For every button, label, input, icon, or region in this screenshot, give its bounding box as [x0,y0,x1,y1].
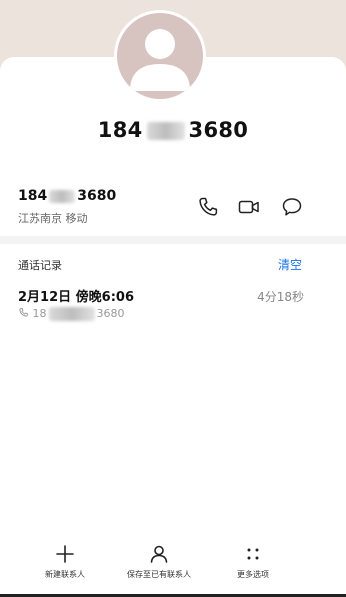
save-to-existing-contact-button[interactable]: 保存至已有联系人 [114,543,204,580]
contact-name-prefix: 184 [97,118,143,142]
more-options-label: 更多选项 [237,570,269,579]
person-icon [150,545,168,563]
call-number-prefix: 18 [32,307,47,320]
contact-detail-screen: 184 3680 184 3680 江苏南京 移动 通话记录 清空 2月12日 … [0,0,346,597]
message-icon[interactable] [280,195,304,219]
bottom-action-bar: 新建联系人 保存至已有联系人 更多选项 [0,535,346,597]
section-divider [0,236,346,244]
phone-icon[interactable] [196,195,220,219]
call-log-title: 通话记录 [18,259,62,272]
phone-number-row[interactable]: 184 3680 江苏南京 移动 [0,177,346,235]
phone-number-suffix: 3680 [77,188,117,204]
phone-number: 184 3680 [18,188,116,204]
contact-name-suffix: 3680 [188,118,249,142]
call-log-section: 通话记录 清空 2月12日 傍晚6:06 4分18秒 18 3680 [0,244,346,334]
redacted-digits [146,122,185,140]
more-options-button[interactable]: 更多选项 [208,543,298,580]
new-contact-button[interactable]: 新建联系人 [20,543,110,580]
call-number-suffix: 3680 [96,307,125,320]
clear-call-log-button[interactable]: 清空 [278,256,302,273]
call-duration: 4分18秒 [257,290,304,304]
avatar [114,10,206,102]
video-icon[interactable] [237,195,261,219]
redacted-digits [48,307,95,321]
save-to-existing-label: 保存至已有联系人 [127,570,191,579]
avatar-person-icon [130,29,190,91]
redacted-digits [49,189,76,203]
call-date: 2月12日 傍晚6:06 [18,290,134,305]
more-dots-icon [247,548,259,560]
call-number: 18 3680 [18,307,125,321]
phone-location-carrier: 江苏南京 移动 [18,212,88,225]
contact-name: 184 3680 [0,118,346,142]
phone-number-prefix: 184 [18,188,48,204]
phone-small-icon [19,308,28,317]
new-contact-label: 新建联系人 [45,570,85,579]
plus-icon [56,545,74,563]
